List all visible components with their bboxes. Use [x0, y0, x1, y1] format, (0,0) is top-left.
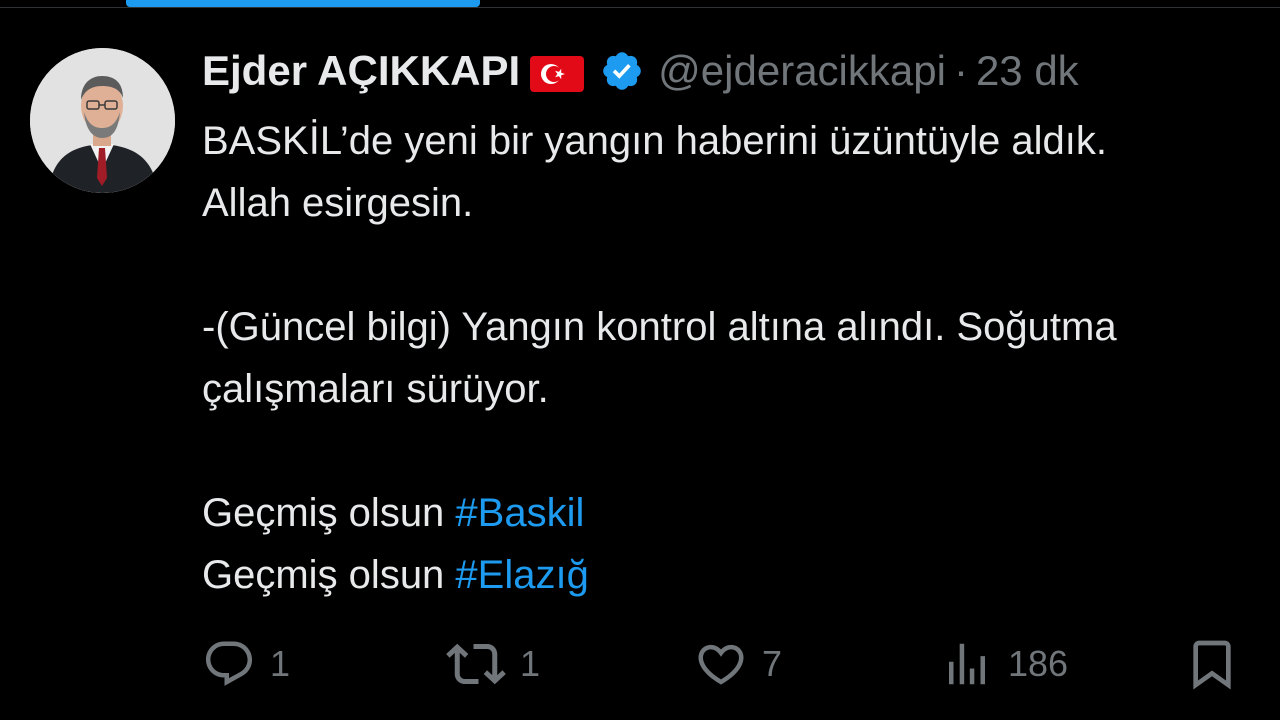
retweet-button[interactable]: 1 — [446, 632, 540, 696]
avatar[interactable] — [30, 48, 175, 193]
verified-badge-icon[interactable] — [600, 49, 644, 93]
active-tab-indicator — [126, 0, 480, 7]
separator-dot: · — [953, 47, 968, 94]
display-name[interactable]: Ejder AÇIKKAPI — [202, 46, 520, 96]
reply-icon — [202, 637, 256, 691]
reply-count: 1 — [270, 643, 291, 684]
tweet-actions: 1 1 7 186 — [0, 632, 1280, 696]
hashtag-link[interactable]: #Baskil — [455, 491, 584, 535]
tweet-line: -(Güncel bilgi) Yangın kontrol altına al… — [202, 305, 1117, 349]
tweet-line: Allah esirgesin. — [202, 181, 474, 225]
retweet-count: 1 — [520, 643, 541, 684]
tweet-line: Geçmiş olsun #Baskil — [202, 482, 1280, 544]
bookmark-button[interactable] — [1184, 632, 1240, 696]
like-button[interactable]: 7 — [694, 632, 782, 696]
views-button[interactable]: 186 — [940, 632, 1068, 696]
tweet-header: Ejder AÇIKKAPI @ejderacikkapi · 23 dk — [202, 46, 1079, 96]
hashtag-link[interactable]: #Elazığ — [455, 553, 588, 597]
bookmark-icon — [1184, 636, 1240, 692]
turkey-flag-icon — [530, 53, 585, 92]
timestamp[interactable]: 23 dk — [976, 46, 1079, 96]
views-icon — [940, 637, 994, 691]
line-text: Geçmiş olsun — [202, 553, 456, 597]
reply-button[interactable]: 1 — [202, 632, 290, 696]
tweet-line: Geçmiş olsun #Elazığ — [202, 544, 1280, 606]
like-count: 7 — [762, 643, 783, 684]
retweet-icon — [446, 634, 506, 694]
user-handle[interactable]: @ejderacikkapi — [658, 46, 946, 96]
heart-icon — [694, 637, 748, 691]
views-count: 186 — [1008, 643, 1069, 684]
avatar-photo — [30, 48, 175, 193]
tweet-text: BASKİL’de yeni bir yangın haberini üzünt… — [202, 110, 1280, 606]
tweet-line: çalışmaları sürüyor. — [202, 367, 549, 411]
line-text: Geçmiş olsun — [202, 491, 456, 535]
tweet-line: BASKİL’de yeni bir yangın haberini üzünt… — [202, 119, 1108, 163]
top-divider — [0, 7, 1280, 8]
